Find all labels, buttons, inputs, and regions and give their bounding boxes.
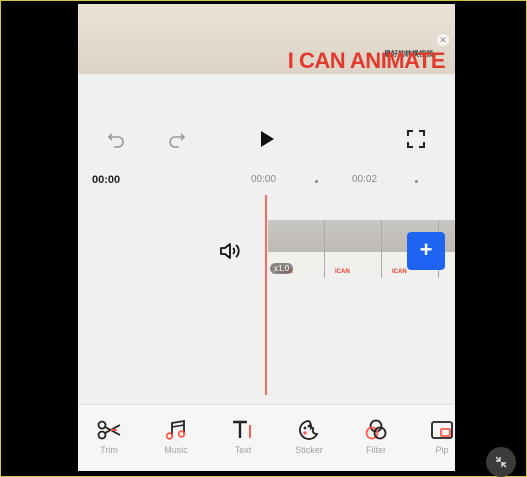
tool-label: Sticker xyxy=(295,445,323,455)
sticker-icon xyxy=(299,420,319,440)
pip-icon xyxy=(431,421,453,439)
collapse-icon xyxy=(495,456,507,468)
play-button[interactable] xyxy=(254,126,280,152)
video-preview[interactable]: ✕ 最好的转换视频 I CAN ANIMATE xyxy=(78,4,455,74)
collapse-button[interactable] xyxy=(486,447,516,477)
fullscreen-icon xyxy=(407,130,425,148)
speaker-icon xyxy=(220,243,240,259)
music-note-icon xyxy=(165,419,186,440)
tool-sticker[interactable]: Sticker xyxy=(284,419,334,455)
tool-trim[interactable]: Trim xyxy=(84,419,134,455)
scissors-icon xyxy=(97,420,121,440)
ruler-dot xyxy=(415,180,418,183)
tool-label: Trim xyxy=(100,445,118,455)
thumbnail-logo: ICAN xyxy=(335,269,350,275)
tool-label: Pip xyxy=(435,445,449,455)
text-icon xyxy=(233,420,251,438)
banner-title: I CAN ANIMATE xyxy=(287,48,446,73)
tool-pip[interactable]: Pip xyxy=(417,419,455,455)
filter-icon xyxy=(365,419,387,440)
clip-thumbnail: ICAN xyxy=(325,220,382,278)
tool-label: Text xyxy=(234,445,252,455)
tool-label: Filter xyxy=(366,445,386,455)
tool-music[interactable]: Music xyxy=(151,419,201,455)
clip-speed-badge: x1.0 xyxy=(270,263,294,274)
ruler-mark: 00:00 xyxy=(251,174,277,185)
current-time: 00:00 xyxy=(92,174,121,186)
redo-icon xyxy=(169,133,186,148)
play-icon xyxy=(261,131,274,147)
plus-icon: + xyxy=(419,237,433,262)
redo-button[interactable] xyxy=(164,126,190,152)
editor-screen: ✕ 最好的转换视频 I CAN ANIMATE 00:00 00:00 00:0… xyxy=(78,4,455,471)
thumbnail-logo: ICAN xyxy=(392,269,407,275)
fullscreen-button[interactable] xyxy=(403,126,429,152)
tool-label: Music xyxy=(164,445,188,455)
add-clip-button[interactable]: + xyxy=(407,232,445,270)
ruler-dot xyxy=(315,180,318,183)
bottom-toolbar: Trim Music Text Sticker Filter Pip xyxy=(78,404,455,471)
undo-button[interactable] xyxy=(103,126,129,152)
ruler-mark: 00:02 xyxy=(352,174,378,185)
close-icon[interactable]: ✕ xyxy=(437,34,449,46)
mute-button[interactable] xyxy=(218,240,242,262)
tool-text[interactable]: Text xyxy=(218,419,268,455)
playhead[interactable] xyxy=(265,195,267,395)
tool-filter[interactable]: Filter xyxy=(351,419,401,455)
undo-icon xyxy=(107,133,124,148)
